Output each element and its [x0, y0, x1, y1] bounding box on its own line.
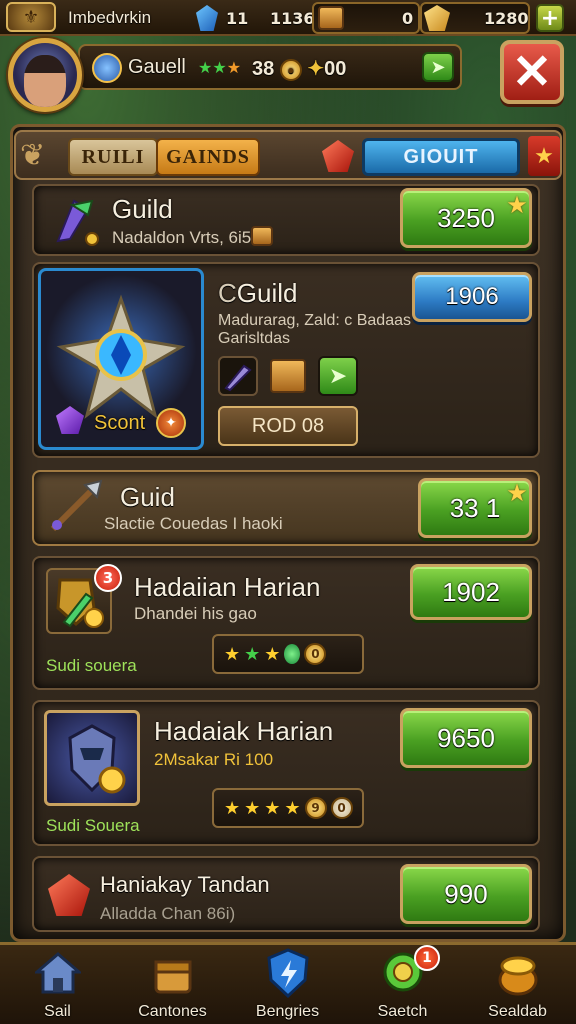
list-item[interactable]: Guid Slactie Couedas I haoki 33 1 ★	[32, 470, 540, 546]
house-icon	[34, 949, 82, 997]
purple-gem-icon	[54, 404, 86, 436]
gold-box-icon[interactable]	[268, 356, 308, 396]
tab-giouit[interactable]: GIOUIT	[362, 138, 520, 176]
buy-button[interactable]: 990	[400, 864, 532, 924]
tab-ruili[interactable]: RUILI	[68, 138, 158, 176]
coin-icon: 9	[304, 797, 327, 819]
avatar-face	[24, 55, 66, 107]
shield-icon	[264, 948, 312, 998]
ruby-icon[interactable]	[322, 140, 354, 172]
star-icon: ★	[224, 643, 241, 665]
star-icon: ★	[244, 643, 261, 665]
spear-icon	[44, 478, 104, 538]
emblem-label: Scont	[94, 412, 146, 434]
join-button[interactable]: ROD 08	[218, 406, 358, 446]
list-item[interactable]: 3 Sudi souera Hadaiian Harian Dhandei hi…	[32, 556, 540, 690]
chest-icon	[149, 949, 197, 997]
energy-count: 1136	[270, 8, 315, 28]
star-icon: ★	[264, 643, 281, 665]
player-avatar[interactable]	[8, 38, 82, 112]
card-title: Haniakay Tandan	[100, 872, 270, 897]
nav-item-cantones[interactable]: Cantones	[115, 945, 230, 1024]
ruby-gem-icon	[44, 870, 94, 920]
star-icon: ★	[264, 797, 281, 819]
top-currency-bar: ⚜ Imbedvrkin 11 1136 0 1280 +	[0, 0, 576, 36]
price-button[interactable]: 1906	[412, 272, 532, 322]
card-title: Guild	[112, 194, 173, 224]
card-title: CGuild	[218, 278, 298, 308]
featured-item[interactable]: Scont ✦ CGuild Madurarag, Zald: c Badaas…	[32, 262, 540, 458]
card-subtitle: Alladda Chan 86i)	[100, 904, 236, 923]
star-icon[interactable]: ★	[528, 136, 560, 176]
star-icon: ★	[224, 797, 241, 819]
gold-gem-icon	[424, 5, 450, 31]
card-title: Guid	[120, 482, 175, 512]
profile-level: 38 ● ✦00	[252, 58, 347, 81]
rating-display: ★ ★ ★ ★ 9 0	[212, 788, 364, 828]
nav-label: Cantones	[138, 1003, 207, 1020]
crystal-sword-icon	[46, 194, 102, 248]
card-subtitle-line-2: Garisltdas	[218, 330, 291, 347]
nav-item-sail[interactable]: Sail	[0, 945, 115, 1024]
nav-item-sealdab[interactable]: Sealdab	[460, 945, 575, 1024]
nav-item-bengries[interactable]: Bengries	[230, 945, 345, 1024]
list-item[interactable]: Sudi Souera Hadaiak Harian 2Msakar Ri 10…	[32, 700, 540, 846]
card-subtitle: Nadaldon Vrts, 6i5b	[112, 228, 261, 247]
close-button[interactable]: ✕	[500, 40, 564, 104]
gold-counter[interactable]: 1280	[420, 2, 530, 34]
profile-bar[interactable]: Gauell ★★★ 38 ● ✦00 ➤	[78, 44, 462, 90]
leaf-icon[interactable]: ➤	[318, 356, 358, 396]
star-icon: ★	[284, 797, 301, 819]
rating-display: ★ ★ ★ 0	[212, 634, 364, 674]
nav-label: Bengries	[255, 1003, 320, 1020]
ornament-icon: ❦	[20, 138, 46, 173]
nav-item-saetch[interactable]: 1 Saetch	[345, 945, 460, 1024]
card-tag: Sudi Souera	[46, 816, 140, 835]
star-icon: ★	[244, 797, 261, 819]
add-currency-button[interactable]: +	[536, 4, 564, 32]
buy-button[interactable]: 9650	[400, 708, 532, 768]
card-subtitle: Slactie Couedas I haoki	[104, 514, 283, 533]
fire-icon: ✦	[156, 408, 186, 438]
card-title: Hadaiian Harian	[134, 572, 321, 602]
card-subtitle: Dhandei his gao	[134, 604, 257, 623]
blue-gem-icon	[196, 5, 218, 31]
emerald-icon	[284, 644, 301, 664]
player-title: Imbedvrkin	[68, 8, 152, 27]
profile-stars: ★★★	[198, 58, 242, 77]
gold-count: 1280	[484, 9, 529, 28]
card-tag: Sudi souera	[46, 656, 137, 675]
profile-action-button[interactable]: ➤	[422, 52, 454, 82]
gem-counter[interactable]: 11	[196, 0, 248, 36]
star-icon: ★	[506, 479, 528, 507]
knight-portrait-icon	[44, 710, 140, 806]
bottom-nav: Sail Cantones Bengries 1 Saetch Sealdab	[0, 942, 576, 1024]
star-icon: ★	[506, 191, 528, 219]
gem-count: 11	[226, 8, 249, 28]
card-subtitle-line-1: Madurarag, Zald: c Badaas	[218, 312, 411, 329]
gold-nugget-icon	[248, 222, 276, 250]
buy-button[interactable]: 1902	[410, 564, 532, 620]
notification-badge: 3	[94, 564, 122, 592]
coin-icon: 0	[330, 797, 353, 819]
nav-label: Sail	[44, 1003, 71, 1020]
chest-counter[interactable]: 0	[312, 2, 420, 34]
sword-icon	[92, 53, 122, 83]
notification-badge: 1	[414, 945, 440, 971]
card-title: Hadaiak Harian	[154, 716, 334, 746]
tabs-row: ❦ RUILI GAINDS GIOUIT ★	[14, 130, 562, 180]
chest-count: 0	[402, 9, 414, 28]
card-subtitle: 2Msakar Ri 100	[154, 750, 274, 769]
coin-icon: 0	[304, 643, 327, 665]
chest-icon	[318, 6, 344, 30]
dagger-icon[interactable]	[218, 356, 258, 396]
nav-label: Sealdab	[488, 1003, 547, 1020]
list-item[interactable]: Haniakay Tandan Alladda Chan 86i) 990	[32, 856, 540, 932]
list-item[interactable]: Guild Nadaldon Vrts, 6i5b 3250 ★	[32, 184, 540, 256]
gold-pot-icon	[494, 949, 542, 997]
profile-name: Gauell	[128, 56, 186, 78]
tab-gainds[interactable]: GAINDS	[156, 138, 260, 176]
guild-crest-icon[interactable]: ⚜	[6, 2, 56, 32]
nav-label: Saetch	[377, 1003, 428, 1020]
